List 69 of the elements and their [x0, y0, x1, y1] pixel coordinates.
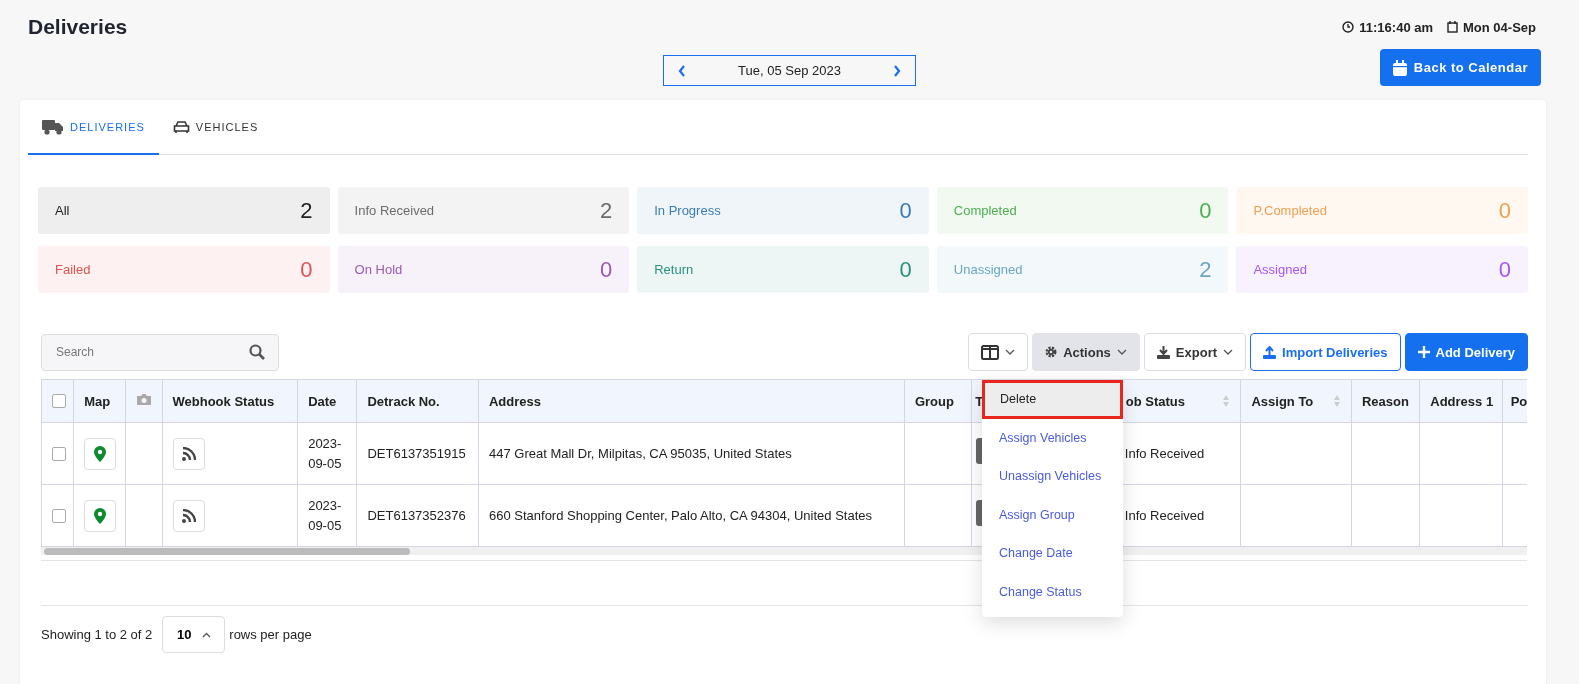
column-header: Po — [1510, 393, 1527, 409]
address-cell: 447 Great Mall Dr, Milpitas, CA 95035, United States — [488, 445, 792, 461]
status-count: 0 — [899, 197, 912, 224]
tracking-number: DET6137352376 — [367, 507, 466, 523]
date-cell-text: 2023-09-05 — [308, 434, 343, 473]
status-card[interactable]: Failed 0 — [38, 246, 330, 293]
menu-item[interactable]: Change Status — [982, 572, 1123, 611]
status-label: Completed — [953, 203, 1017, 218]
status-label: On Hold — [354, 262, 403, 277]
column-header: Detrack No. — [367, 393, 440, 409]
column-header: Date — [308, 393, 337, 409]
pagination-summary: Showing 1 to 2 of 2 — [41, 627, 153, 642]
column-header: Assign To — [1251, 393, 1314, 409]
status-count: 0 — [1498, 256, 1511, 283]
status-label: All — [55, 203, 70, 218]
status-card[interactable]: All 2 — [38, 187, 330, 234]
date-cell-text: 2023-09-05 — [308, 496, 343, 535]
status-label: Return — [654, 262, 694, 277]
page-size-select[interactable]: 10 — [162, 616, 226, 653]
tab[interactable]: VEHICLES — [158, 100, 273, 155]
menu-item[interactable]: Assign Vehicles — [982, 418, 1123, 457]
job-status: Info Received — [1124, 444, 1205, 463]
tracking-number: DET6137351915 — [367, 445, 466, 461]
export-button[interactable]: Export — [1143, 333, 1246, 371]
status-card[interactable]: In Progress 0 — [637, 187, 929, 234]
column-header: Map — [84, 393, 111, 409]
column-header: Address — [488, 393, 541, 409]
actions-button[interactable]: Actions — [1032, 333, 1140, 371]
column-header: Group — [914, 393, 954, 409]
status-label: Info Received — [354, 203, 435, 218]
job-status: Info Received — [1124, 506, 1205, 525]
status-card[interactable]: Assigned 0 — [1236, 246, 1528, 293]
date-label: Tue, 05 Sep 2023 — [738, 63, 841, 78]
rows-per-page-label: rows per page — [229, 627, 312, 642]
column-header: Reason — [1361, 393, 1409, 409]
column-header: ob Status — [1125, 393, 1186, 409]
status-count: 0 — [300, 256, 313, 283]
status-count: 2 — [1199, 256, 1212, 283]
search-field[interactable]: Search — [41, 333, 279, 371]
clock-date: Mon 04-Sep — [1463, 19, 1536, 35]
column-header: T — [975, 393, 984, 409]
column-header: Address 1 — [1430, 393, 1494, 409]
menu-item[interactable]: Delete — [982, 380, 1123, 419]
status-count: 0 — [1199, 197, 1212, 224]
status-count: 0 — [1498, 197, 1511, 224]
tab[interactable]: DELIVERIES — [28, 100, 159, 155]
address-cell: 660 Stanford Shopping Center, Palo Alto, CA 94304, United States — [488, 507, 872, 523]
status-card[interactable]: On Hold 0 — [337, 246, 630, 293]
status-card[interactable]: Info Received 2 — [337, 187, 630, 234]
status-card[interactable]: Return 0 — [637, 246, 929, 293]
menu-item[interactable]: Assign Group — [982, 495, 1123, 534]
status-count: 2 — [300, 197, 313, 224]
import-button[interactable]: Import Deliveries — [1250, 333, 1401, 371]
status-card[interactable]: Completed 0 — [936, 187, 1229, 234]
clock-time: 11:16:40 am — [1359, 19, 1434, 35]
add-delivery-button[interactable]: Add Delivery — [1404, 333, 1528, 371]
status-label: Failed — [55, 262, 91, 277]
status-count: 0 — [599, 256, 613, 283]
status-count: 0 — [899, 256, 912, 283]
status-label: Assigned — [1253, 262, 1307, 277]
column-header: Webhook Status — [172, 393, 275, 409]
status-label: P.Completed — [1253, 203, 1327, 218]
status-count: 2 — [599, 197, 613, 224]
status-label: In Progress — [654, 203, 721, 218]
status-label: Unassigned — [953, 262, 1023, 277]
page-title: Deliveries — [28, 15, 128, 39]
menu-item[interactable]: Change Date — [982, 534, 1123, 573]
back-to-calendar-button[interactable]: Back to Calendar — [1379, 49, 1541, 86]
menu-item[interactable]: Unassign Vehicles — [982, 457, 1123, 496]
